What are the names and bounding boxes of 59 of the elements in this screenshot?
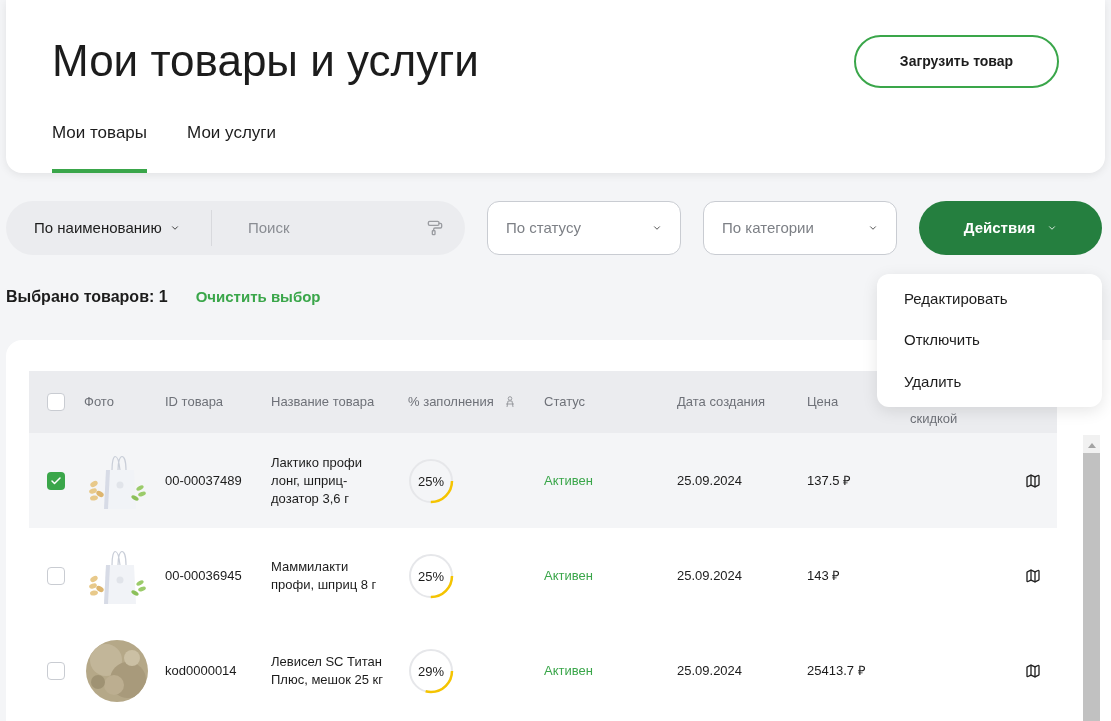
product-name: Левисел SC Титан Плюс, мешок 25 кг xyxy=(271,652,385,689)
status-text: Активен xyxy=(544,661,594,680)
map-icon[interactable] xyxy=(1025,567,1041,584)
status-text: Активен xyxy=(544,471,594,490)
map-icon[interactable] xyxy=(1025,662,1041,679)
fill-percent: 25% xyxy=(418,473,444,488)
price: 25413.7 ₽ xyxy=(807,661,867,680)
product-id: 00-00037489 xyxy=(165,471,243,490)
created-date: 25.09.2024 xyxy=(677,471,744,490)
checkbox[interactable] xyxy=(47,471,65,490)
tab[interactable]: Мои товары xyxy=(52,119,148,173)
column-header: Статус xyxy=(544,393,586,412)
column-header: % заполнения xyxy=(408,393,494,412)
chevron-icon xyxy=(652,223,662,233)
product-id: kod0000014 xyxy=(165,661,238,680)
selected-count: Выбрано товаров: 1 xyxy=(6,287,168,307)
figure-icon xyxy=(503,396,516,408)
price: 143 ₽ xyxy=(807,566,842,585)
column-header: Дата создания xyxy=(677,393,766,412)
checkbox[interactable] xyxy=(47,393,65,411)
search-field[interactable]: Поиск xyxy=(248,216,408,240)
product-name: Лактико профи лонг, шприц-дозатор 3,6 г xyxy=(271,453,363,508)
map-icon[interactable] xyxy=(1025,472,1041,489)
search-mode-dropdown[interactable]: По наименованию xyxy=(6,216,211,240)
created-date: 25.09.2024 xyxy=(677,566,744,585)
tab[interactable]: Мои услуги xyxy=(187,119,276,173)
column-header: Фото xyxy=(84,393,114,412)
status-text: Активен xyxy=(544,566,594,585)
actions-button[interactable]: Действия xyxy=(919,201,1102,255)
scrollbar[interactable] xyxy=(1083,435,1100,721)
chevron-icon xyxy=(169,223,180,233)
fill-percent: 29% xyxy=(418,663,444,678)
roller-icon[interactable] xyxy=(427,220,443,236)
table-row[interactable]: 00-00037489 Лактико профи лонг, шприц-дозатор 3,6 г 25% Активен 25.09.2024 137.5 ₽ xyxy=(29,433,1057,528)
chevron-icon xyxy=(1047,223,1058,233)
upload-button[interactable]: Загрузить товар xyxy=(854,34,1059,88)
category-dropdown[interactable]: По категории xyxy=(703,201,897,255)
created-date: 25.09.2024 xyxy=(677,661,744,680)
column-header: ID товара xyxy=(165,393,224,412)
progress-ring xyxy=(408,647,454,694)
menu-item[interactable]: Удалить xyxy=(877,370,1102,394)
product-id: 00-00036945 xyxy=(165,566,243,585)
product-name: Маммилакти профи, шприц 8 г xyxy=(271,557,378,594)
column-header: Название товара xyxy=(271,393,375,412)
fill-percent: 25% xyxy=(418,568,444,583)
progress-ring xyxy=(408,457,454,504)
status-dropdown[interactable]: По статусу xyxy=(487,201,681,255)
checkbox[interactable] xyxy=(47,661,65,680)
menu-item[interactable]: Редактировать xyxy=(877,287,1102,311)
checkbox[interactable] xyxy=(47,566,65,585)
column-header: скидкой xyxy=(910,411,958,427)
check-icon xyxy=(50,474,62,487)
scroll-up-icon[interactable] xyxy=(1086,441,1097,449)
menu-item[interactable]: Отключить xyxy=(877,329,1102,352)
column-header: Цена xyxy=(807,393,839,412)
progress-ring xyxy=(408,552,454,599)
chevron-icon xyxy=(868,223,878,233)
page-title: Мои товары и услуги xyxy=(52,35,479,87)
price: 137.5 ₽ xyxy=(807,471,853,490)
